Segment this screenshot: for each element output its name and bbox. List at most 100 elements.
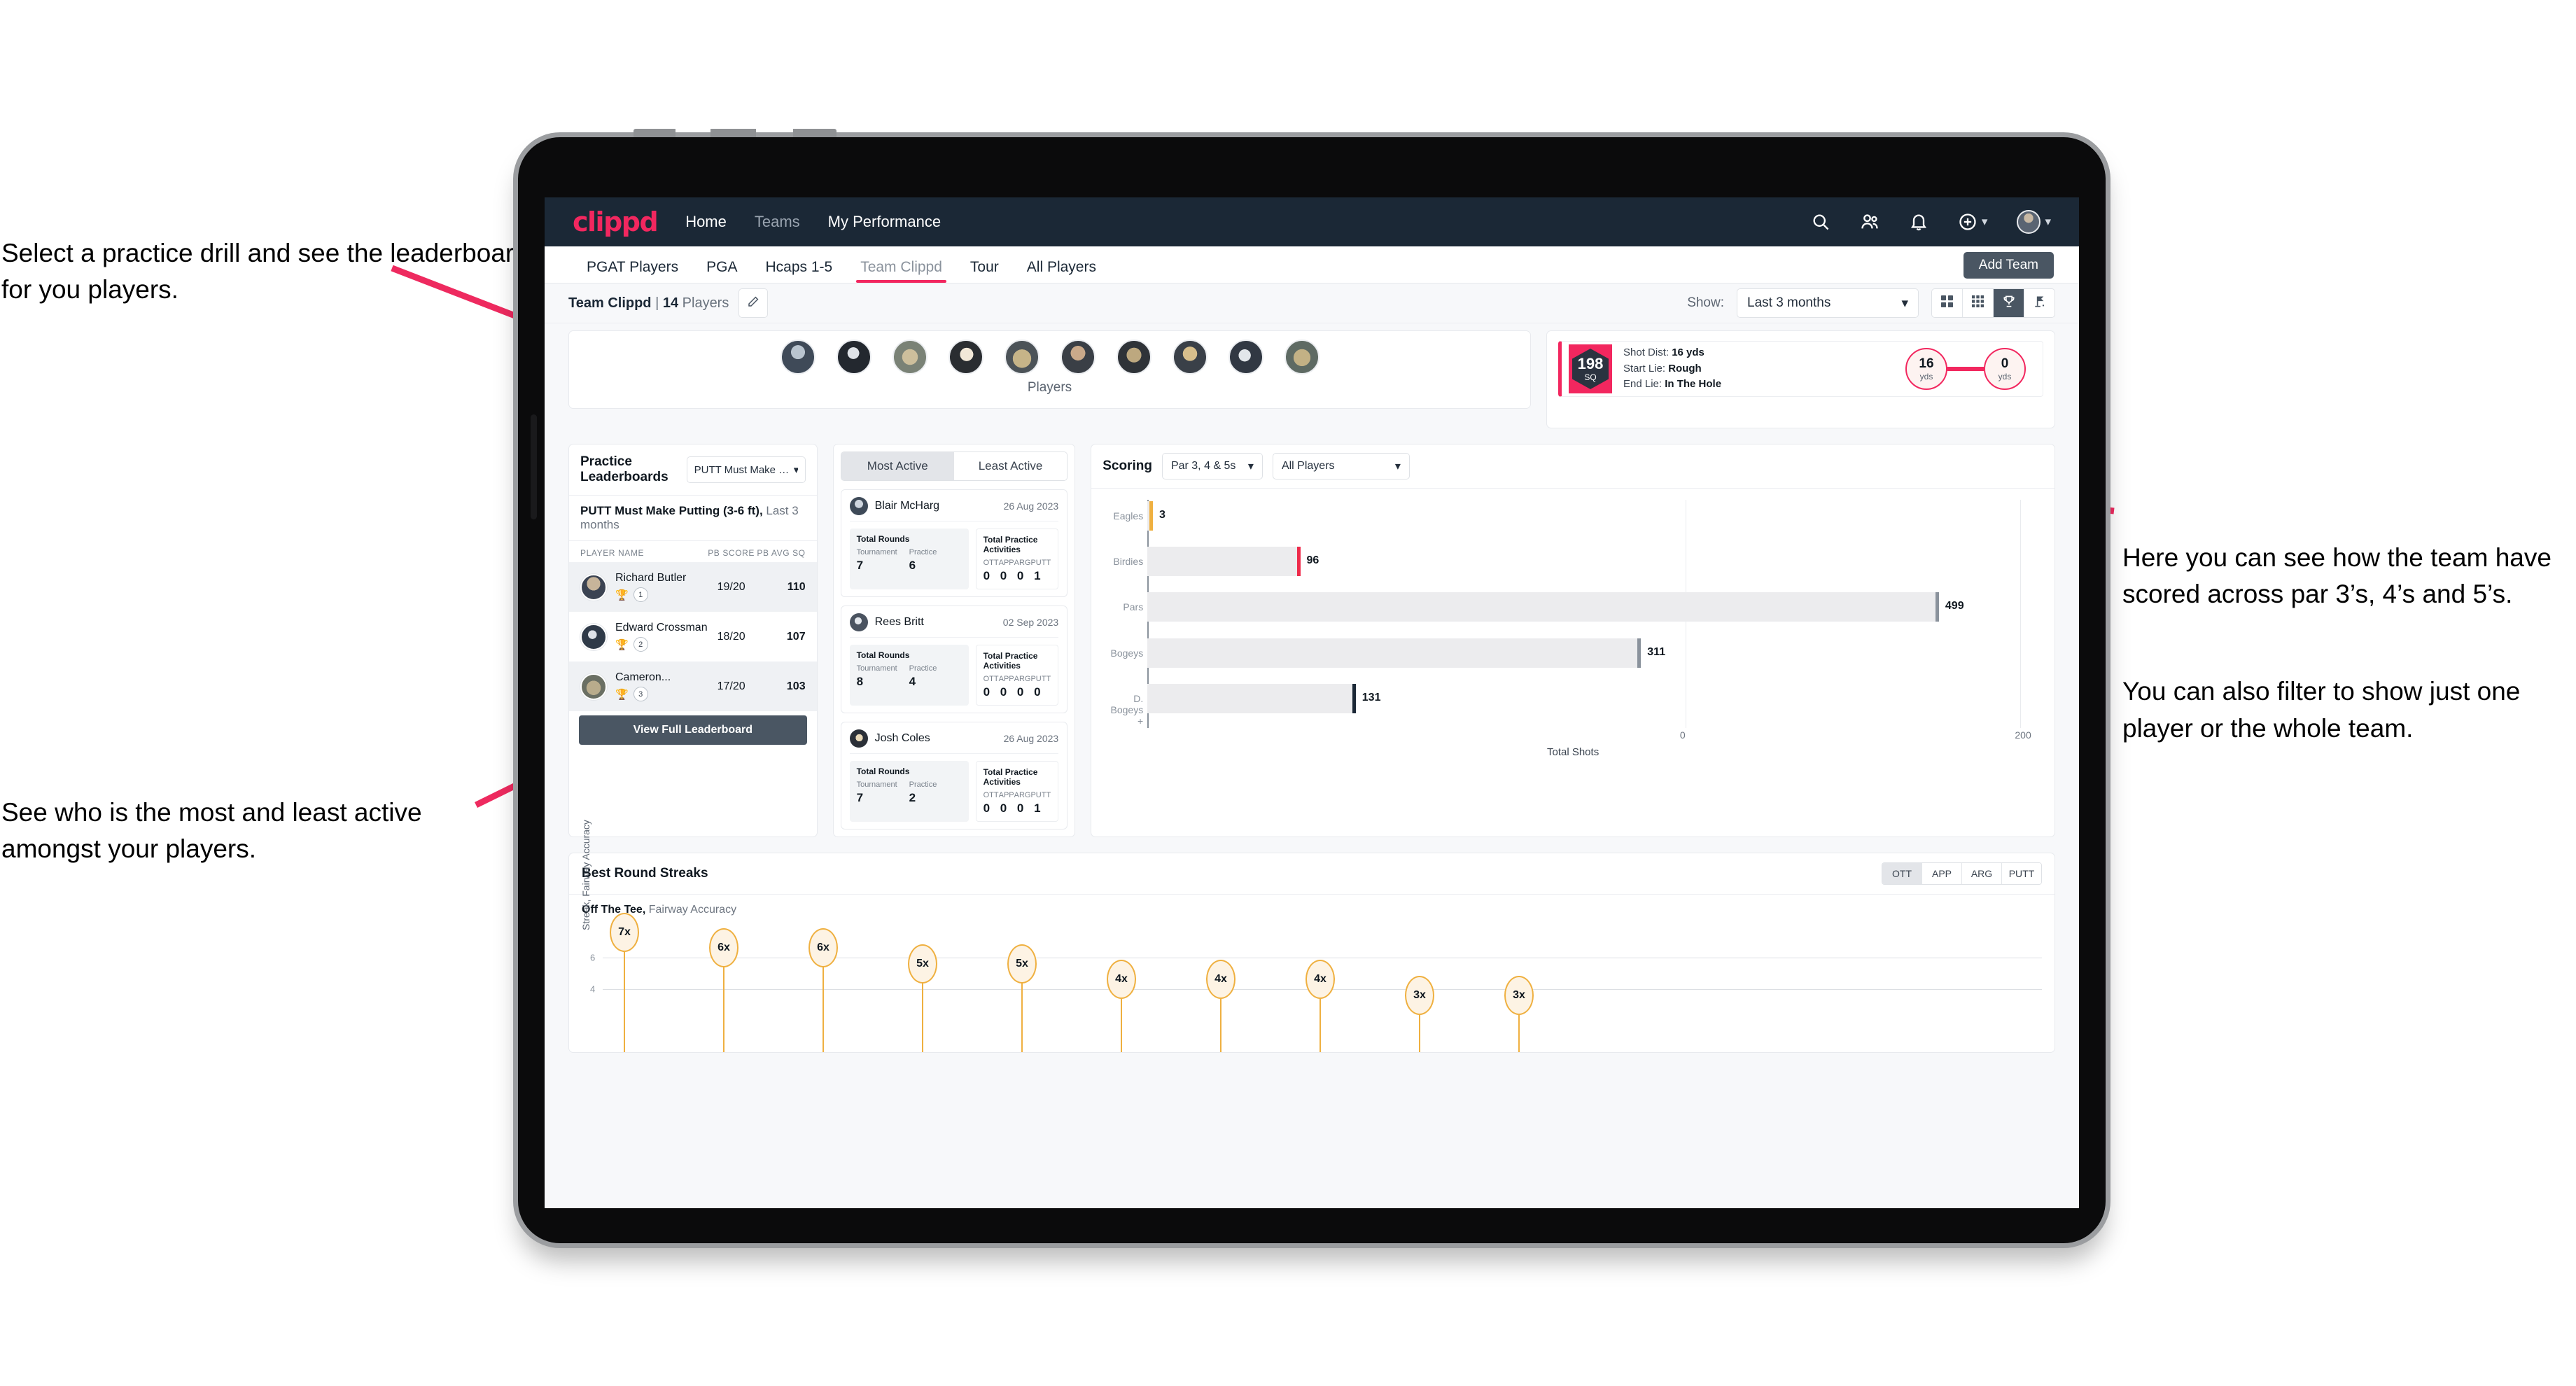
- chevron-down-icon: ▾: [1247, 461, 1254, 472]
- avatar[interactable]: [1004, 340, 1040, 374]
- chart-value-label: 311: [1647, 645, 1666, 658]
- avatar[interactable]: [1284, 340, 1320, 374]
- activity-item-header: Blair McHarg 26 Aug 2023: [849, 497, 1059, 522]
- avatar[interactable]: [1172, 340, 1208, 374]
- par-filter-select[interactable]: Par 3, 4 & 5s ▾: [1161, 453, 1263, 479]
- streaks-tab-app[interactable]: APP: [1922, 863, 1962, 884]
- practice-columns: OTT APP ARG PUTT: [983, 791, 1051, 799]
- view-trophy-button[interactable]: [1994, 289, 2024, 317]
- bell-icon[interactable]: [1909, 212, 1928, 232]
- player-filter-value: All Players: [1281, 460, 1335, 472]
- chart-data-point[interactable]: 3x: [1405, 975, 1434, 1015]
- tab-pga[interactable]: PGA: [692, 259, 751, 283]
- plus-circle-icon[interactable]: [1958, 212, 1977, 232]
- list-item[interactable]: Blair McHarg 26 Aug 2023 Total Rounds To…: [840, 489, 1068, 597]
- table-row[interactable]: Cameron... 🏆 3 17/20 103: [569, 662, 817, 711]
- avatar[interactable]: [836, 340, 872, 374]
- pb-score-value: 18/20: [717, 630, 746, 643]
- start-lie-value: Rough: [1668, 362, 1702, 374]
- view-golf-flag-button[interactable]: [2024, 289, 2054, 317]
- player-meta: Cameron... 🏆 3: [615, 671, 708, 701]
- tab-least-active[interactable]: Least Active: [953, 452, 1068, 480]
- val-arg: 0: [1016, 802, 1024, 815]
- drill-select[interactable]: PUTT Must Make Putting ... ▾: [686, 456, 806, 483]
- chart-bar-cap: [1296, 547, 1301, 577]
- search-icon[interactable]: [1811, 212, 1830, 232]
- list-item[interactable]: Rees Britt 02 Sep 2023 Total Rounds Tour…: [840, 606, 1068, 713]
- avatar[interactable]: [780, 340, 816, 374]
- avatar[interactable]: [1228, 340, 1264, 374]
- team-label: Team Clippd | 14 Players: [568, 295, 729, 312]
- view-full-leaderboard-button[interactable]: View Full Leaderboard: [579, 715, 807, 745]
- streaks-tab-arg[interactable]: ARG: [1962, 863, 2002, 884]
- tab-pgat-players[interactable]: PGAT Players: [573, 259, 692, 283]
- chart-data-point[interactable]: 4x: [1306, 960, 1335, 999]
- add-menu[interactable]: ▾: [1958, 212, 1987, 232]
- view-grid-3x3-button[interactable]: [1963, 289, 1994, 317]
- annotation-bottom-left-text: See who is the most and least active amo…: [1, 797, 422, 864]
- shot-detail-inner: 198 SQ Shot Dist: 16 yds Start Lie: Roug…: [1558, 341, 2043, 397]
- tab-tour[interactable]: Tour: [956, 259, 1013, 283]
- profile-menu[interactable]: ▾: [2017, 210, 2051, 234]
- player-name: Edward Crossman: [615, 622, 708, 634]
- leaderboard-subtitle: PUTT Must Make Putting (3-6 ft), Last 3 …: [569, 496, 817, 541]
- avatar: [580, 673, 607, 700]
- avatar[interactable]: [948, 340, 983, 374]
- activity-stats: Total Rounds Tournament Practice 76 Total…: [849, 528, 1059, 589]
- chart-data-point[interactable]: 5x: [1007, 944, 1037, 983]
- table-row[interactable]: Richard Butler 🏆 1 19/20 110: [569, 562, 817, 612]
- chart-bar-cap: [1352, 683, 1356, 713]
- total-rounds-header: Total Rounds: [856, 650, 910, 660]
- rank-badge: 1: [633, 587, 648, 602]
- tab-team-clippd[interactable]: Team Clippd: [846, 259, 956, 283]
- tab-all-players[interactable]: All Players: [1013, 259, 1110, 283]
- avatar[interactable]: [2017, 210, 2041, 234]
- view-grid-2x2-button[interactable]: [1932, 289, 1963, 317]
- streaks-tab-putt[interactable]: PUTT: [2002, 863, 2041, 884]
- chart-data-point[interactable]: 4x: [1107, 960, 1136, 999]
- player-filter-select[interactable]: All Players ▾: [1272, 453, 1410, 479]
- annotation-right-paragraph-1: Here you can see how the team have score…: [2122, 542, 2552, 609]
- scoring-x-axis-label: Total Shots: [1546, 746, 1600, 758]
- avatar[interactable]: [892, 340, 927, 374]
- date-range-select[interactable]: Last 3 months ▾: [1737, 288, 1919, 318]
- chart-data-point[interactable]: 6x: [709, 928, 738, 967]
- chart-data-point[interactable]: 3x: [1504, 975, 1534, 1015]
- leaderboard-column-headers: PLAYER NAME PB SCORE PB AVG SQ: [569, 541, 817, 562]
- player-name: Cameron...: [615, 671, 671, 683]
- avatar[interactable]: [1060, 340, 1096, 374]
- val-tournament: 7: [856, 791, 864, 804]
- chart-data-point[interactable]: 6x: [808, 928, 838, 967]
- annotation-right: Here you can see how the team have score…: [2122, 503, 2576, 784]
- avatar[interactable]: [1116, 340, 1152, 374]
- nav-link-teams[interactable]: Teams: [755, 213, 800, 231]
- chart-bar-cap: [1637, 638, 1642, 668]
- val-practice: 6: [909, 559, 916, 572]
- tab-hcaps-1-5[interactable]: Hcaps 1-5: [751, 259, 846, 283]
- pb-avg-sq-value: 103: [786, 680, 806, 692]
- clippd-logo[interactable]: clippd: [573, 206, 659, 237]
- chart-data-point[interactable]: 7x: [610, 912, 639, 952]
- section-tabs: PGAT Players PGA Hcaps 1-5 Team Clippd T…: [545, 246, 2079, 284]
- people-icon[interactable]: [1860, 212, 1879, 232]
- val-putt: 1: [1034, 802, 1041, 815]
- practice-columns: OTT APP ARG PUTT: [983, 675, 1051, 683]
- top-navbar: clippd Home Teams My Performance ▾ ▾: [545, 197, 2079, 246]
- add-team-button[interactable]: Add Team: [1963, 252, 2054, 279]
- table-row[interactable]: Edward Crossman 🏆 2 18/20 107: [569, 612, 817, 662]
- edit-team-button[interactable]: [738, 288, 769, 318]
- chart-value-label: 3: [1158, 509, 1166, 521]
- team-subheader: Team Clippd | 14 Players Show: Last 3 mo…: [545, 284, 2079, 323]
- list-item[interactable]: Josh Coles 26 Aug 2023 Total Rounds Tour…: [840, 722, 1068, 830]
- tab-most-active[interactable]: Most Active: [841, 452, 954, 480]
- chart-data-point[interactable]: 5x: [908, 944, 937, 983]
- practice-columns: OTT APP ARG PUTT: [983, 559, 1051, 567]
- view-toggle-group: [1931, 288, 2055, 318]
- nav-link-my-performance[interactable]: My Performance: [828, 213, 941, 231]
- streaks-tab-ott[interactable]: OTT: [1882, 863, 1922, 884]
- chart-data-point[interactable]: 4x: [1206, 960, 1236, 999]
- nav-link-home[interactable]: Home: [685, 213, 727, 231]
- scoring-card: Scoring Par 3, 4 & 5s ▾ All Players ▾ Ea…: [1091, 444, 2055, 837]
- chart-category-label: Bogeys: [1110, 647, 1144, 659]
- col-arg: ARG: [1014, 791, 1031, 799]
